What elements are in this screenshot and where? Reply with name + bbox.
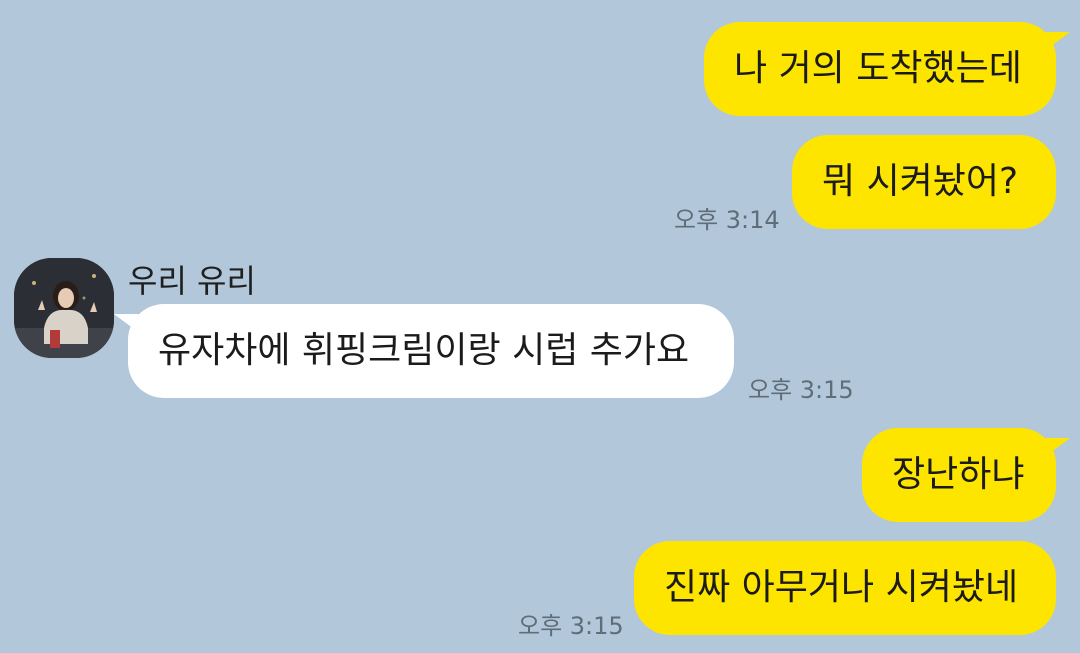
their-message-bubble[interactable]: 유자차에 휘핑크림이랑 시럽 추가요 — [114, 304, 734, 398]
profile-photo-icon — [14, 258, 114, 358]
sender-name: 우리 유리 — [128, 262, 256, 300]
message-text: 뭐 시켜놨어? — [822, 161, 1019, 202]
my-message-bubble[interactable]: 뭐 시켜놨어? — [792, 135, 1056, 229]
message-text: 진짜 아무거나 시켜놨네 — [664, 567, 1019, 608]
message-timestamp: 오후 3:14 — [674, 206, 780, 234]
message-timestamp: 오후 3:15 — [518, 612, 624, 640]
my-message-bubble[interactable]: 장난하냐 — [862, 428, 1070, 522]
message-timestamp: 오후 3:15 — [748, 376, 854, 404]
message-text: 장난하냐 — [892, 454, 1025, 495]
my-message-bubble[interactable]: 나 거의 도착했는데 — [704, 22, 1070, 116]
my-message-bubble[interactable]: 진짜 아무거나 시켜놨네 — [634, 541, 1056, 635]
message-text: 나 거의 도착했는데 — [734, 48, 1022, 89]
sender-avatar[interactable] — [14, 258, 114, 358]
message-text: 유자차에 휘핑크림이랑 시럽 추가요 — [158, 330, 690, 371]
